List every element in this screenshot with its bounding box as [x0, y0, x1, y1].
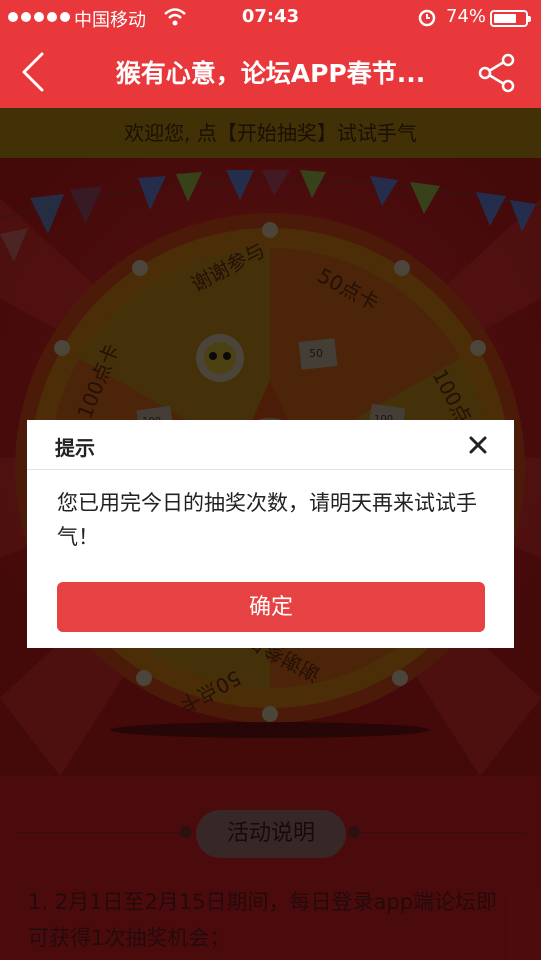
share-icon[interactable] [474, 50, 520, 96]
battery-fill [494, 14, 517, 23]
alert-dialog: 提示 您已用完今日的抽奖次数，请明天再来试试手气！ 确定 [27, 420, 514, 648]
dialog-header: 提示 [27, 420, 514, 470]
battery-percent: 74% [446, 6, 487, 27]
dialog-message: 您已用完今日的抽奖次数，请明天再来试试手气！ [57, 491, 477, 549]
chevron-left-icon[interactable] [14, 50, 54, 94]
page-title: 猴有心意，论坛APP春节... [115, 59, 426, 88]
status-bar: 中国移动 07:43 74% [0, 0, 541, 36]
confirm-button[interactable]: 确定 [57, 582, 485, 632]
alarm-icon [418, 9, 436, 27]
close-icon[interactable] [463, 430, 493, 460]
battery-icon [490, 10, 531, 27]
dialog-title: 提示 [55, 436, 95, 460]
nav-bar: 猴有心意，论坛APP春节... [0, 36, 541, 108]
